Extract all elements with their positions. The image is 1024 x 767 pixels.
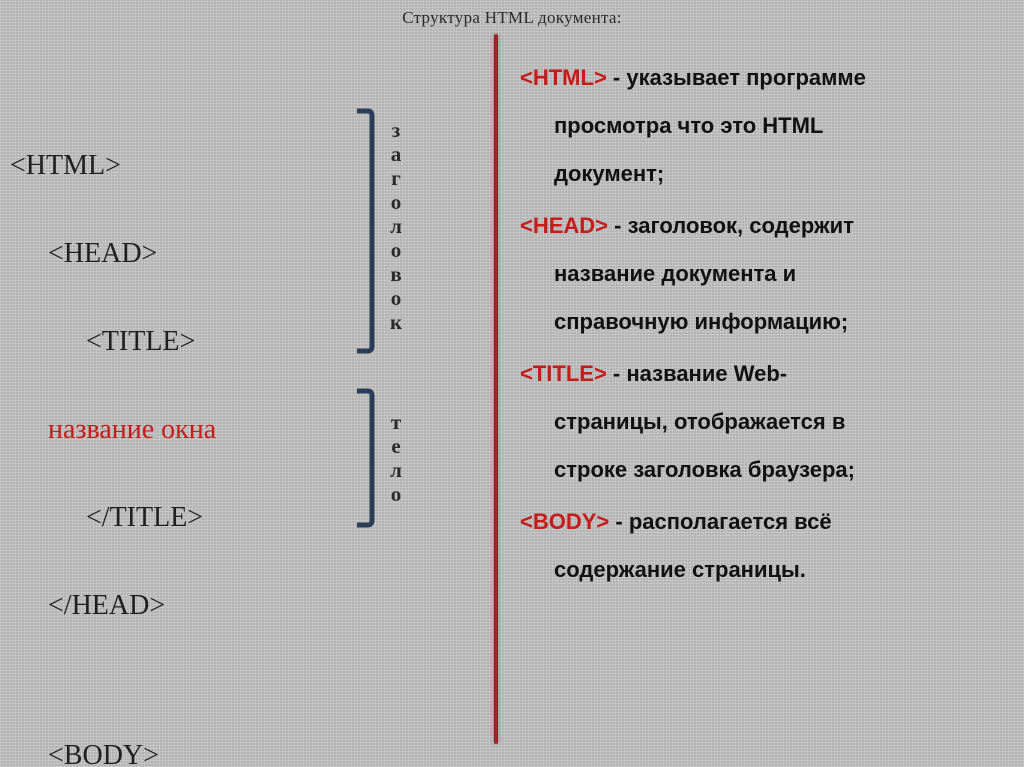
def-title-text1: название Web- [626,361,787,386]
code-line-title-close: </TITLE> [10,496,281,540]
def-title: <TITLE> - название Web- страницы, отобра… [520,350,1012,494]
def-head-term: <HEAD> [520,213,608,238]
def-head-text2: название документа и [520,250,1012,298]
def-body: <BODY> - располагается всё содержание ст… [520,498,1012,594]
head-section-label: заголовок [384,118,408,334]
def-title-text3: строке заголовка браузера; [520,446,1012,494]
html-structure-code: <HTML> <HEAD> <TITLE> название окна </TI… [10,100,281,767]
code-line-head-close: </HEAD> [10,584,281,628]
def-html-text3: документ; [520,150,1012,198]
def-html: <HTML> - указывает программе просмотра ч… [520,54,1012,198]
def-title-term: <TITLE> [520,361,607,386]
def-sep: - [609,509,629,534]
body-section-label: тело [384,410,408,506]
def-sep: - [607,361,627,386]
code-line-body-open: <BODY> [10,734,281,767]
code-line-title-content: название окна [10,408,281,452]
vertical-divider [494,34,498,744]
def-body-term: <BODY> [520,509,609,534]
def-head: <HEAD> - заголовок, содержит название до… [520,202,1012,346]
code-line-head-open: <HEAD> [10,232,281,276]
head-bracket-icon [354,108,376,354]
def-sep: - [608,213,628,238]
def-sep: - [607,65,627,90]
code-line-title-open: <TITLE> [10,320,281,364]
def-title-text2: страницы, отображается в [520,398,1012,446]
code-gap [10,672,281,690]
def-head-text3: справочную информацию; [520,298,1012,346]
def-html-term: <HTML> [520,65,607,90]
code-line-html-open: <HTML> [10,144,281,188]
def-html-text1: указывает программе [626,65,866,90]
def-body-text2: содержание страницы. [520,546,1012,594]
def-head-text1: заголовок, содержит [628,213,854,238]
def-body-text1: располагается всё [629,509,832,534]
tag-definitions: <HTML> - указывает программе просмотра ч… [520,54,1012,598]
body-bracket-icon [354,388,376,528]
def-html-text2: просмотра что это HTML [520,102,1012,150]
page-title: Структура HTML документа: [0,8,1024,28]
